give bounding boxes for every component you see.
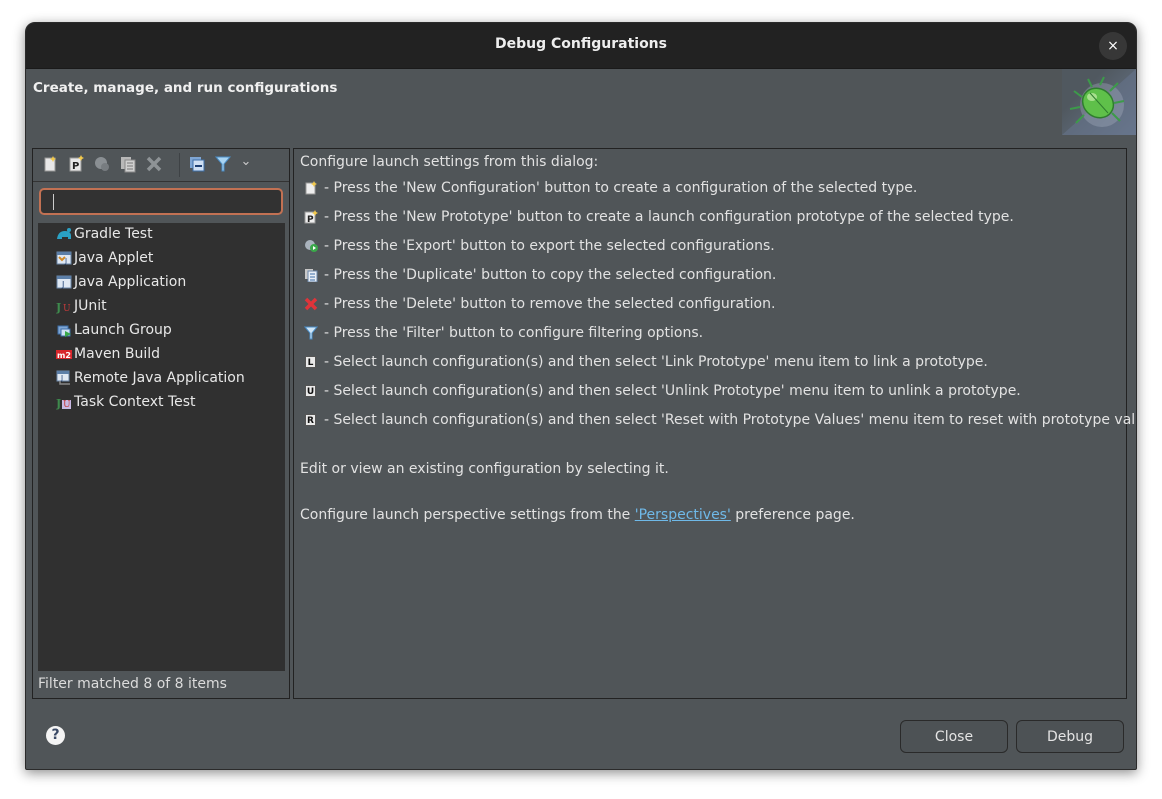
info-intro: Configure launch settings from this dial…: [300, 154, 599, 170]
info-item: P - Press the 'New Prototype' button to …: [304, 209, 1014, 225]
new-configuration-button[interactable]: [41, 155, 59, 173]
duplicate-button[interactable]: [119, 155, 137, 173]
configuration-tree[interactable]: Gradle Test J Java Applet J Java Applica…: [38, 223, 285, 671]
debug-bug-icon: [1062, 69, 1136, 135]
gradle-icon: [56, 226, 72, 242]
view-menu-button[interactable]: ⌄: [237, 155, 255, 173]
tree-item-label: Launch Group: [74, 322, 172, 338]
filter-icon: [303, 326, 319, 340]
close-button[interactable]: Close: [900, 720, 1008, 753]
svg-text:J: J: [60, 374, 63, 382]
info-item: - Press the 'Duplicate' button to copy t…: [304, 267, 776, 283]
launch-group-icon: [56, 322, 72, 338]
filter-status: Filter matched 8 of 8 items: [38, 676, 227, 692]
filter-button[interactable]: [214, 155, 232, 173]
unlink-prototype-icon: U: [305, 385, 316, 397]
svg-text:P: P: [307, 215, 314, 224]
collapse-all-button[interactable]: [188, 155, 206, 173]
tree-item-task-context-test[interactable]: JU Task Context Test: [55, 391, 196, 413]
svg-text:J: J: [61, 280, 64, 289]
toolbar-separator: [179, 153, 180, 177]
junit-icon: JU: [55, 298, 72, 314]
tree-item-remote-java-application[interactable]: J Remote Java Application: [56, 367, 245, 389]
svg-text:m2: m2: [57, 351, 71, 360]
remote-java-icon: J: [56, 370, 72, 386]
help-icon[interactable]: ?: [46, 726, 65, 745]
tree-item-label: Gradle Test: [74, 226, 153, 242]
dialog-title: Debug Configurations: [495, 36, 667, 52]
info-edit-text: Edit or view an existing configuration b…: [300, 461, 669, 477]
link-prototype-icon: L: [304, 355, 318, 369]
duplicate-icon: [304, 268, 318, 283]
maven-icon: m2: [56, 346, 72, 362]
tree-item-label: Java Applet: [74, 250, 154, 266]
text-caret: [53, 194, 54, 210]
info-item: - Press the 'Export' button to export th…: [304, 238, 775, 254]
tree-item-label: JUnit: [74, 298, 107, 314]
tree-item-java-applet[interactable]: J Java Applet: [56, 247, 153, 269]
new-prototype-icon: P: [304, 210, 318, 225]
export-icon: [304, 239, 318, 253]
export-button[interactable]: [93, 155, 111, 173]
tree-item-label: Task Context Test: [74, 394, 196, 410]
info-item: - Press the 'Filter' button to configure…: [303, 325, 703, 341]
info-item: R - Select launch configuration(s) and t…: [304, 412, 1136, 428]
svg-text:U: U: [63, 400, 71, 410]
perspectives-link[interactable]: 'Perspectives': [635, 507, 731, 523]
debug-configurations-dialog: Debug Configurations × Create, manage, a…: [25, 22, 1137, 770]
tree-item-launch-group[interactable]: Launch Group: [56, 319, 172, 341]
info-item: U - Select launch configuration(s) and t…: [304, 383, 1021, 399]
dialog-header: Create, manage, and run configurations: [26, 69, 1136, 135]
java-application-icon: J: [56, 274, 72, 290]
tree-item-label: Remote Java Application: [74, 370, 245, 386]
reset-prototype-icon: R: [304, 413, 318, 427]
delete-button[interactable]: [145, 155, 163, 173]
tree-item-maven-build[interactable]: m2 Maven Build: [56, 343, 160, 365]
info-perspective-text: Configure launch perspective settings fr…: [300, 507, 855, 523]
svg-text:U: U: [63, 304, 71, 314]
info-pane: Configure launch settings from this dial…: [293, 148, 1136, 699]
svg-text:J: J: [64, 257, 67, 265]
svg-text:J: J: [56, 301, 61, 314]
export-icon: [95, 157, 109, 171]
java-applet-icon: J: [56, 250, 72, 266]
tree-item-label: Java Application: [74, 274, 187, 290]
collapse-all-icon: [190, 157, 205, 172]
filter-input[interactable]: [39, 188, 283, 215]
info-item: - Press the 'Delete' button to remove th…: [304, 296, 775, 312]
banner: [1062, 69, 1136, 135]
tree-item-label: Maven Build: [74, 346, 161, 362]
info-item: - Press the 'New Configuration' button t…: [304, 180, 917, 196]
new-config-icon: [44, 156, 56, 172]
tree-item-gradle-test[interactable]: Gradle Test: [56, 223, 153, 245]
tree-item-java-application[interactable]: J Java Application: [56, 271, 186, 293]
duplicate-icon: [121, 157, 136, 173]
tree-item-junit[interactable]: JU JUnit: [55, 295, 107, 317]
debug-button[interactable]: Debug: [1016, 720, 1124, 753]
svg-text:J: J: [56, 397, 61, 410]
new-prototype-icon: P: [69, 155, 84, 172]
header-title: Create, manage, and run configurations: [33, 80, 338, 96]
close-window-button[interactable]: ×: [1099, 32, 1127, 60]
svg-text:P: P: [72, 161, 79, 172]
delete-icon: [146, 156, 162, 172]
delete-icon: [304, 297, 318, 311]
task-context-icon: JU: [55, 394, 72, 410]
configuration-toolbar: P ⌄: [33, 149, 289, 182]
info-item: L - Select launch configuration(s) and t…: [304, 354, 988, 370]
new-prototype-button[interactable]: P: [67, 155, 85, 173]
title-bar: Debug Configurations ×: [26, 23, 1136, 69]
filter-icon: [214, 156, 232, 172]
new-config-icon: [304, 181, 318, 195]
configuration-list-pane: P ⌄ Gradle Test J Java Applet J Java App…: [32, 148, 290, 699]
